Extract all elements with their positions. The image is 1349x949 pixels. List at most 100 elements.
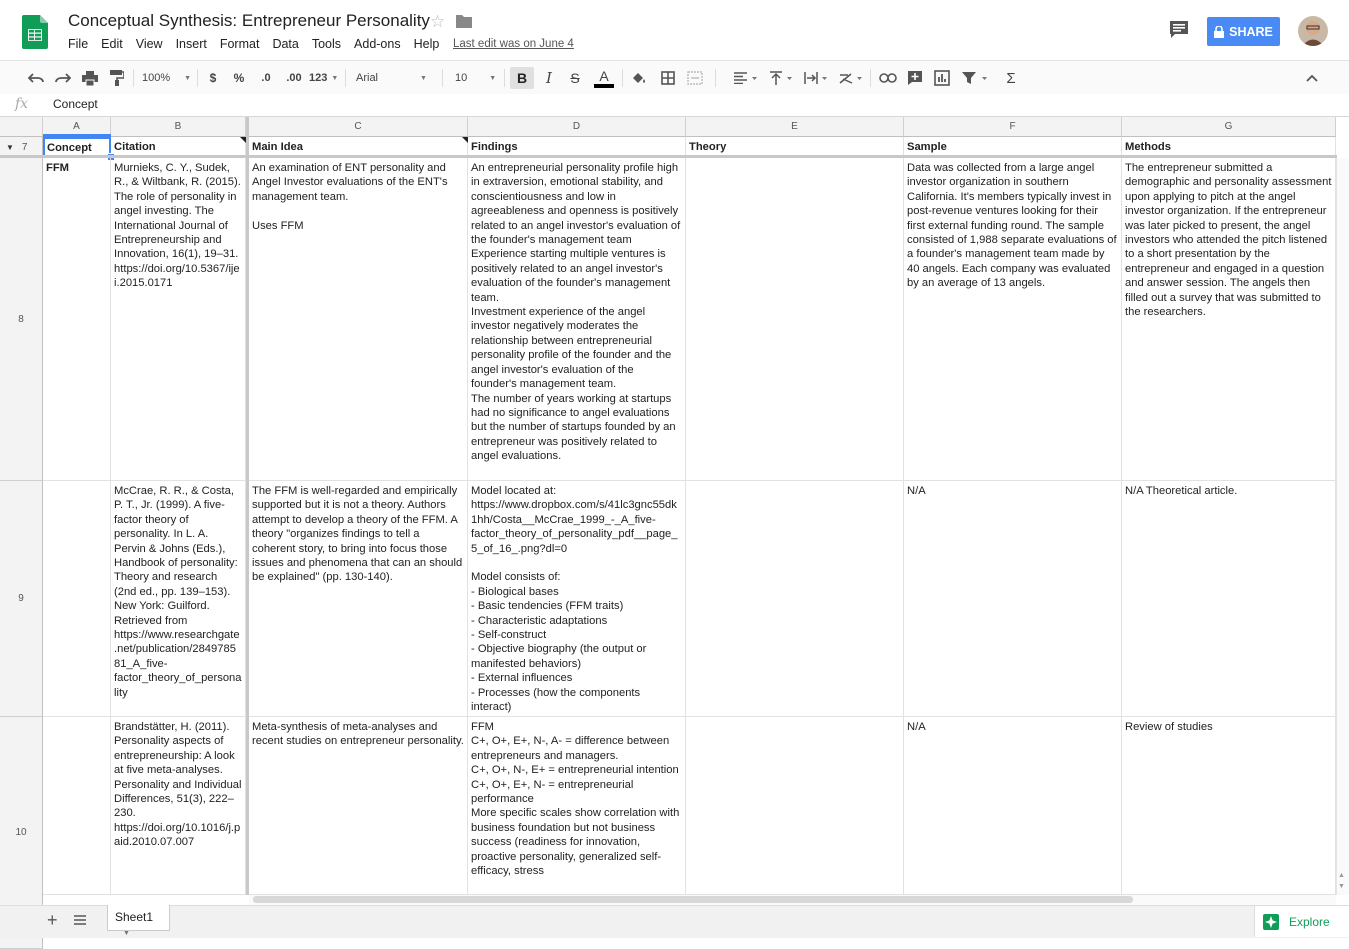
fill-color-icon[interactable] [630,68,648,88]
row-header-8[interactable]: 8 [0,158,43,481]
cell-e8[interactable] [686,158,904,481]
cell-g8[interactable]: The entrepreneur submitted a demographic… [1122,158,1336,481]
text-color-icon[interactable]: A [593,68,615,88]
horizontal-align-icon[interactable] [732,68,760,88]
formula-bar[interactable] [0,94,1349,117]
cell-a10[interactable] [43,717,111,895]
cell-b9[interactable]: McCrae, R. R., & Costa, P. T., Jr. (1999… [111,481,246,717]
frozen-column-divider[interactable] [246,117,249,895]
print-icon[interactable] [80,68,100,88]
menu-data[interactable]: Data [272,37,298,51]
sheet-tab-sheet1[interactable]: Sheet1 ▼ [107,905,170,937]
chevron-down-icon[interactable]: ▼ [123,930,130,937]
cell-c10[interactable]: Meta-synthesis of meta-analyses and rece… [249,717,468,895]
chevron-down-icon: ▼ [489,74,497,82]
cell-f10[interactable]: N/A [904,717,1122,895]
menu-view[interactable]: View [136,37,163,51]
text-wrapping-icon[interactable] [802,68,830,88]
fx-icon: fx [15,96,29,112]
cell-g9[interactable]: N/A Theoretical article. [1122,481,1336,717]
paint-format-icon[interactable] [107,68,127,88]
merge-cells-icon[interactable] [686,68,704,88]
collapse-toolbar-icon[interactable] [1302,68,1322,88]
borders-icon[interactable] [659,68,677,88]
user-avatar[interactable] [1298,16,1328,46]
column-header-c[interactable]: C [249,117,468,137]
column-header-e[interactable]: E [686,117,904,137]
menu-tools[interactable]: Tools [312,37,341,51]
chevron-down-icon: ▼ [331,74,339,82]
sheets-logo-icon[interactable] [22,15,48,49]
more-formats-button[interactable]: 123 ▼ [309,68,339,88]
scroll-up-icon[interactable]: ▲ [1338,872,1345,879]
font-size-value: 10 [455,72,468,84]
comments-icon[interactable] [1168,20,1190,40]
increase-decimal-button[interactable]: .00 [283,68,305,88]
cell-e9[interactable] [686,481,904,717]
italic-icon[interactable]: I [540,68,558,88]
formula-input[interactable]: Concept [53,97,98,111]
font-size-select[interactable]: 10 ▼ [455,68,499,88]
font-family-select[interactable]: Arial ▼ [356,68,434,88]
explore-label: Explore [1289,914,1330,929]
add-sheet-icon[interactable]: + [47,910,58,931]
menu-addons[interactable]: Add-ons [354,37,401,51]
all-sheets-icon[interactable] [73,913,87,931]
percent-format-button[interactable]: % [231,68,247,88]
currency-format-button[interactable]: $ [205,68,221,88]
menu-edit[interactable]: Edit [101,37,123,51]
functions-icon[interactable]: Σ [1002,68,1020,88]
insert-link-icon[interactable] [878,68,898,88]
cell-c9[interactable]: The FFM is well-regarded and empirically… [249,481,468,717]
menu-bar: File Edit View Insert Format Data Tools … [68,37,452,51]
cell-d8[interactable]: An entrepreneurial personality profile h… [468,158,686,481]
lock-icon [1214,25,1225,38]
undo-icon[interactable] [26,68,46,88]
insert-comment-icon[interactable] [906,68,924,88]
menu-help[interactable]: Help [414,37,440,51]
horizontal-scroll-thumb[interactable] [253,896,1133,903]
sheet-tab-bar [0,905,1349,938]
last-edit-link[interactable]: Last edit was on June 4 [453,38,574,50]
row-header-9[interactable]: 9 [0,481,43,717]
vertical-scrollbar[interactable] [1336,158,1349,895]
cell-note-indicator [462,137,468,143]
column-header-g[interactable]: G [1122,117,1336,137]
bold-icon[interactable]: B [510,67,534,89]
menu-format[interactable]: Format [220,37,260,51]
frozen-row-divider[interactable] [0,155,1337,158]
folder-icon[interactable] [456,14,472,28]
column-header-d[interactable]: D [468,117,686,137]
cell-d9[interactable]: Model located at: https://www.dropbox.co… [468,481,686,717]
strikethrough-icon[interactable]: S [566,68,584,88]
cell-d10[interactable]: FFM C+, O+, E+, N-, A- = difference betw… [468,717,686,895]
insert-chart-icon[interactable] [933,68,951,88]
menu-insert[interactable]: Insert [176,37,207,51]
select-all-corner[interactable] [0,117,43,137]
cell-f8[interactable]: Data was collected from a large angel in… [904,158,1122,481]
font-family-value: Arial [356,72,379,84]
menu-file[interactable]: File [68,37,88,51]
sheet-tab-label: Sheet1 [115,910,154,924]
column-header-b[interactable]: B [111,117,246,137]
vertical-align-icon[interactable] [767,68,795,88]
cell-a8[interactable]: FFM [43,158,111,481]
zoom-select[interactable]: 100% ▼ [142,68,191,88]
document-title[interactable]: Conceptual Synthesis: Entrepreneur Perso… [68,11,430,31]
cell-c8[interactable]: An examination of ENT personality and An… [249,158,468,481]
cell-g10[interactable]: Review of studies [1122,717,1336,895]
cell-a9[interactable] [43,481,111,717]
cell-e10[interactable] [686,717,904,895]
text-rotation-icon[interactable] [837,68,865,88]
share-button[interactable]: SHARE [1207,17,1280,46]
explore-button[interactable]: Explore [1254,906,1349,937]
cell-b8[interactable]: Murnieks, C. Y., Sudek, R., & Wiltbank, … [111,158,246,481]
cell-f9[interactable]: N/A [904,481,1122,717]
decrease-decimal-button[interactable]: .0 [256,68,276,88]
scroll-down-icon[interactable]: ▼ [1338,883,1345,890]
cell-b10[interactable]: Brandstätter, H. (2011). Personality asp… [111,717,246,895]
redo-icon[interactable] [53,68,73,88]
star-icon[interactable]: ☆ [430,12,445,32]
column-header-f[interactable]: F [904,117,1122,137]
filter-icon[interactable] [960,68,990,88]
